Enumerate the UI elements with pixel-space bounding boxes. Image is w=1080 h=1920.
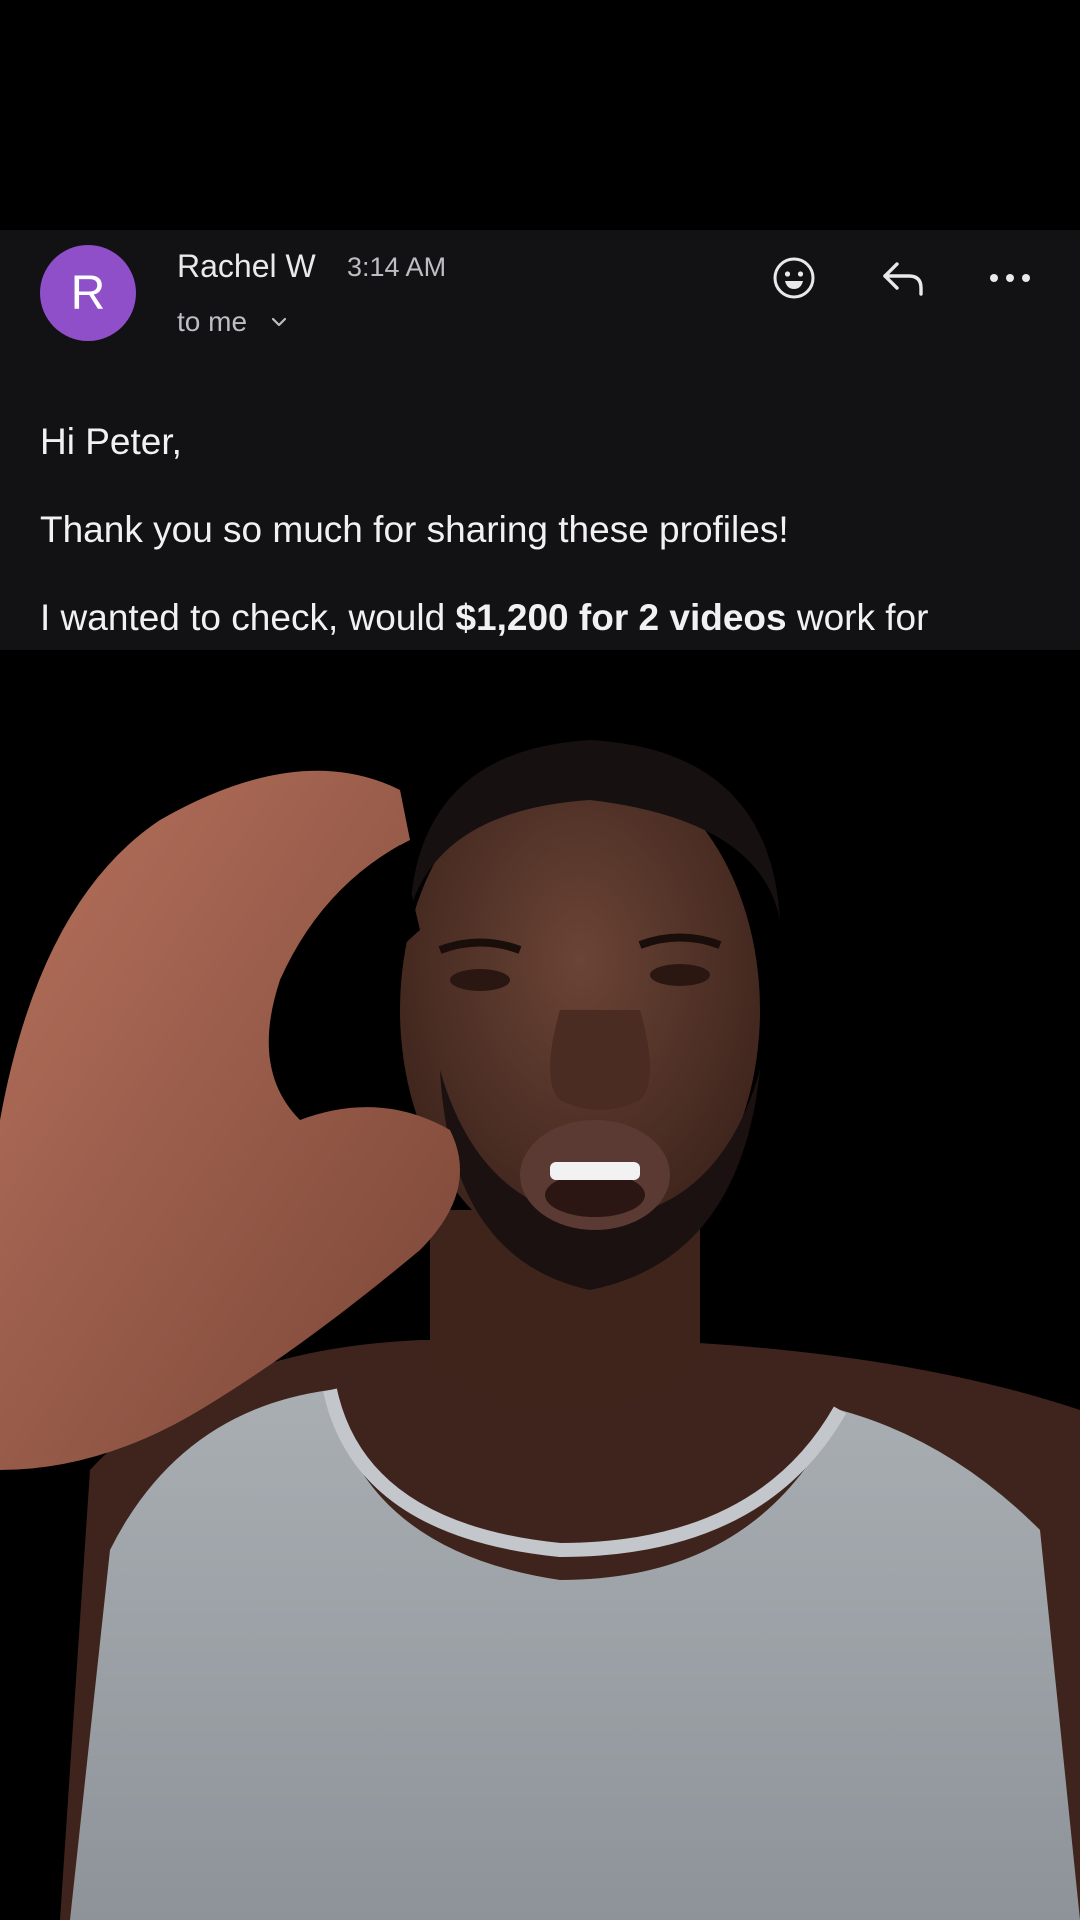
body-line-1: Thank you so much for sharing these prof… bbox=[40, 509, 789, 550]
emoji-icon bbox=[773, 257, 815, 299]
sender-name[interactable]: Rachel W bbox=[177, 248, 316, 285]
reply-icon bbox=[883, 262, 923, 296]
react-button[interactable] bbox=[766, 250, 822, 306]
message-time: 3:14 AM bbox=[347, 252, 447, 282]
body-line-2-end: work for bbox=[786, 597, 929, 638]
reply-button[interactable] bbox=[875, 250, 931, 306]
offer-amount: $1,200 for 2 videos bbox=[455, 597, 787, 638]
greeting-text: Hi Peter, bbox=[40, 421, 182, 462]
body-line-2-start: I wanted to check, would bbox=[40, 597, 456, 638]
avatar-letter: R bbox=[70, 266, 106, 320]
presenter-video-frame bbox=[0, 650, 1080, 1920]
body-line-2: I wanted to check, would $1,200 for 2 vi… bbox=[40, 596, 1060, 640]
email-message-panel: R Rachel W 3:14 AM to me Hi Peter, Thank… bbox=[0, 230, 1080, 650]
more-options-icon bbox=[990, 274, 1030, 282]
email-body: Hi Peter, Thank you so much for sharing … bbox=[40, 420, 1060, 650]
more-options-button[interactable] bbox=[982, 250, 1038, 306]
chevron-down-icon bbox=[271, 317, 287, 327]
recipient-details-toggle[interactable]: to me bbox=[177, 306, 289, 338]
avatar[interactable]: R bbox=[40, 245, 136, 341]
video-overlay bbox=[0, 650, 1080, 1920]
top-black-bar bbox=[0, 0, 1080, 230]
recipient-label: to me bbox=[177, 306, 248, 337]
